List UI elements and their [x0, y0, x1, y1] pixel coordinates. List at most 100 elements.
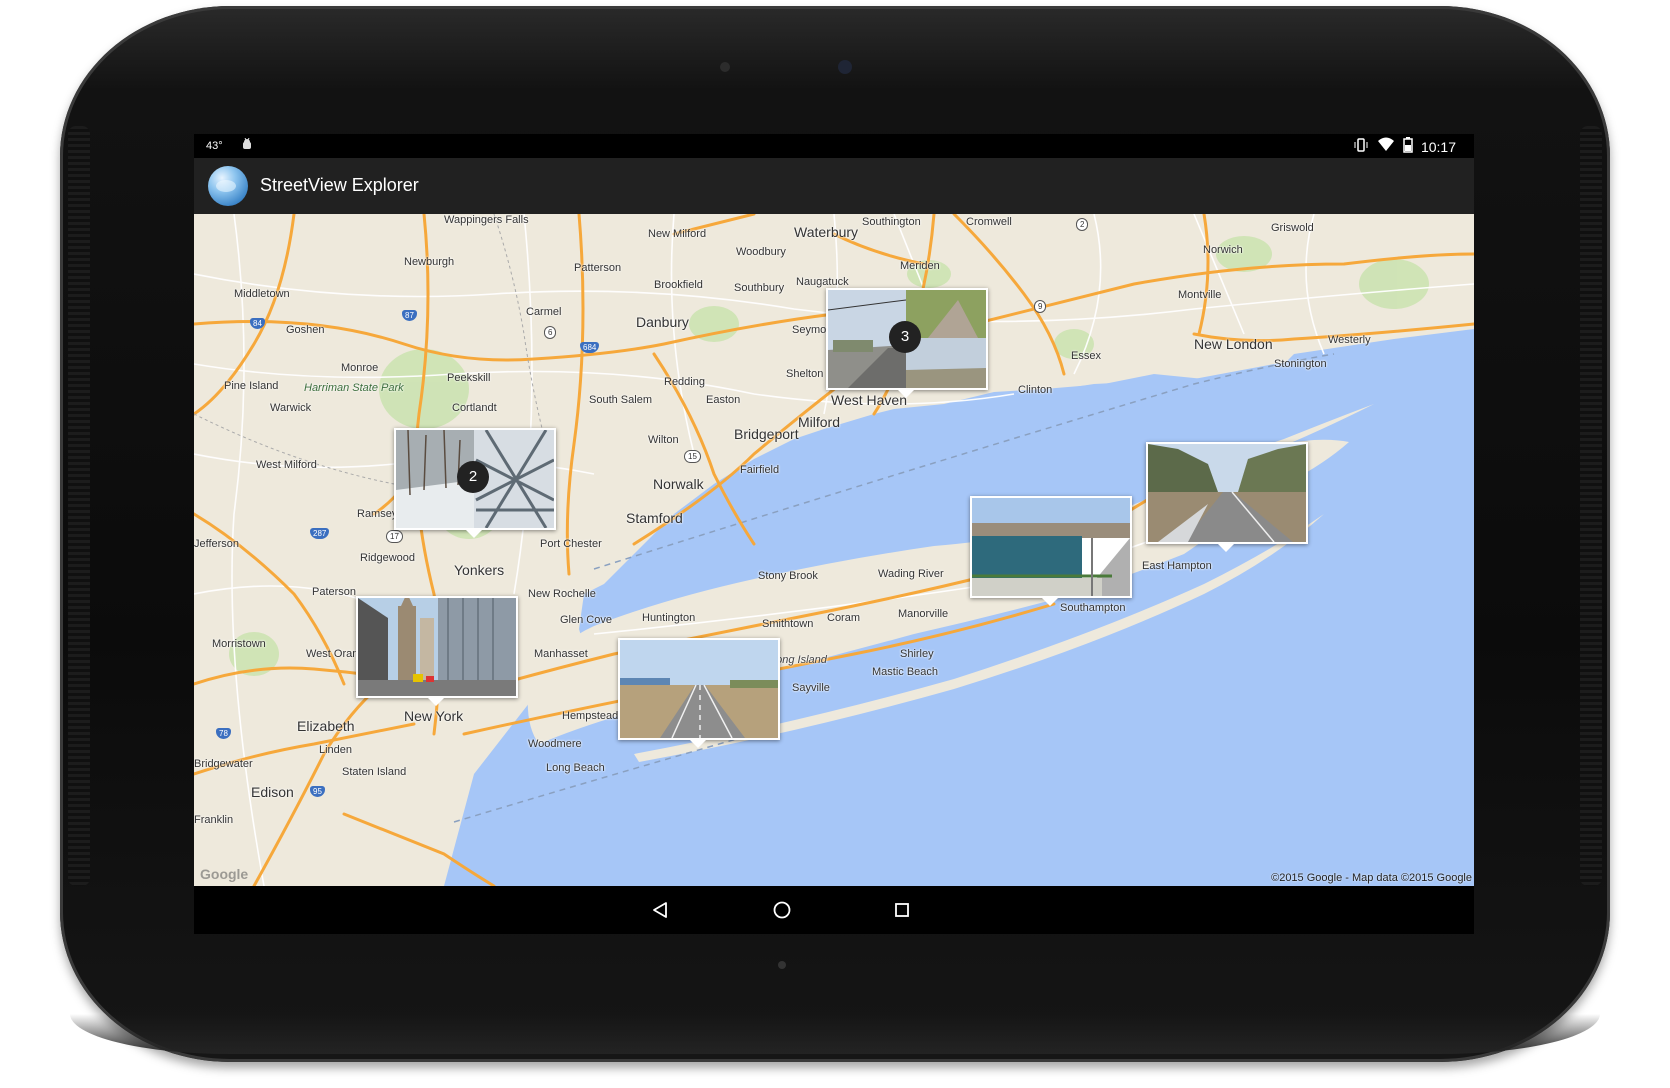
- clock-text: 10:17: [1420, 138, 1456, 155]
- home-icon[interactable]: [768, 896, 796, 924]
- map-label-port-chester: Port Chester: [540, 538, 602, 550]
- map-label-norwich: Norwich: [1203, 244, 1243, 256]
- battery-icon: [1403, 137, 1413, 156]
- map-label-east-hampton: East Hampton: [1142, 560, 1212, 572]
- map-label-huntington: Huntington: [642, 612, 696, 624]
- map-label-pine-island: Pine Island: [224, 380, 279, 392]
- map-label-sayville: Sayville: [792, 682, 830, 694]
- action-bar: StreetView Explorer: [194, 158, 1474, 214]
- map-label-fairfield: Fairfield: [740, 464, 780, 476]
- map-label-new-london: New London: [1194, 336, 1273, 352]
- map-label-manorville: Manorville: [898, 608, 949, 620]
- temperature-text: 43°: [206, 139, 223, 152]
- map-label-southampton: Southampton: [1060, 602, 1126, 614]
- tablet-side-grip-left: [68, 126, 90, 886]
- map-label-middletown: Middletown: [234, 288, 290, 300]
- map-label-southbury: Southbury: [734, 282, 785, 294]
- map-label-norwalk: Norwalk: [653, 476, 704, 492]
- map-label-wading-river: Wading River: [878, 568, 944, 580]
- cluster-count-badge: 2: [457, 461, 489, 493]
- vibrate-icon: [1353, 137, 1369, 156]
- map-label-meriden: Meriden: [900, 260, 940, 272]
- map-label-bridgewater: Bridgewater: [194, 758, 253, 770]
- map-label-woodmere: Woodmere: [528, 738, 582, 750]
- street-view-thumbnail: [1148, 444, 1306, 542]
- map-label-stonington: Stonington: [1274, 358, 1327, 370]
- map-label-stony-brook: Stony Brook: [758, 570, 818, 582]
- street-view-marker-bridge-water[interactable]: [970, 496, 1132, 606]
- map-label-edison: Edison: [251, 784, 294, 800]
- map-label-monroe: Monroe: [341, 362, 379, 374]
- cluster-count-badge: 3: [889, 321, 921, 353]
- street-view-marker-long-island-road[interactable]: [618, 638, 780, 748]
- street-view-marker-cluster-3[interactable]: 3: [826, 288, 988, 398]
- map-label-smithtown: Smithtown: [762, 618, 814, 630]
- map-label-essex: Essex: [1071, 350, 1101, 362]
- map-label-patterson: Patterson: [574, 262, 622, 274]
- map-label-west-milford: West Milford: [256, 459, 317, 471]
- map-label-staten-island: Staten Island: [342, 766, 407, 778]
- map-label-naugatuck: Naugatuck: [796, 276, 849, 288]
- map-label-linden: Linden: [319, 744, 353, 756]
- map-label-mastic-beach: Mastic Beach: [872, 666, 939, 678]
- map-label-woodbury: Woodbury: [736, 246, 786, 258]
- map-label-coram: Coram: [827, 612, 861, 624]
- map-label-glen-cove: Glen Cove: [560, 614, 612, 626]
- globe-icon[interactable]: [208, 166, 248, 206]
- map-label-yonkers: Yonkers: [454, 562, 505, 578]
- recents-icon[interactable]: [888, 896, 916, 924]
- street-view-marker-east-hampton-road[interactable]: [1146, 442, 1308, 552]
- route-shield-17: 17: [386, 530, 403, 543]
- map-label-bridgeport: Bridgeport: [734, 426, 799, 442]
- android-debug-icon: [241, 137, 253, 153]
- map-view[interactable]: Wappingers Falls Newburgh Middletown Gos…: [194, 214, 1474, 886]
- map-label-new-rochelle: New Rochelle: [528, 588, 596, 600]
- light-sensor: [720, 62, 730, 72]
- street-view-marker-manhattan[interactable]: [356, 596, 518, 706]
- map-label-franklin: Franklin: [194, 814, 234, 826]
- map-label-warwick: Warwick: [270, 402, 312, 414]
- map-label-peekskill: Peekskill: [447, 372, 491, 384]
- back-icon[interactable]: [646, 896, 674, 924]
- map-label-easton: Easton: [706, 394, 741, 406]
- map-label-new-york: New York: [404, 708, 464, 724]
- wifi-icon: [1377, 137, 1395, 156]
- map-label-hempstead: Hempstead: [562, 710, 619, 722]
- map-label-cortlandt: Cortlandt: [452, 402, 497, 414]
- map-label-morristown: Morristown: [212, 638, 266, 650]
- map-label-brookfield: Brookfield: [654, 279, 703, 291]
- map-label-paterson: Paterson: [312, 586, 357, 598]
- map-label-stamford: Stamford: [626, 510, 683, 526]
- map-label-harriman-state-park: Harriman State Park: [304, 382, 404, 394]
- map-label-shirley: Shirley: [900, 648, 934, 660]
- navigation-bar: [194, 886, 1474, 934]
- map-label-new-milford: New Milford: [648, 228, 707, 240]
- map-label-southington: Southington: [862, 216, 921, 228]
- map-label-goshen: Goshen: [286, 324, 325, 336]
- route-shield-15: 15: [684, 450, 701, 463]
- front-camera: [838, 60, 852, 74]
- map-label-danbury: Danbury: [636, 314, 689, 330]
- map-label-clinton: Clinton: [1018, 384, 1053, 396]
- map-label-waterbury: Waterbury: [794, 224, 859, 240]
- street-view-thumbnail: [620, 640, 778, 738]
- map-label-shelton: Shelton: [786, 368, 824, 380]
- map-label-redding: Redding: [664, 376, 705, 388]
- map-label-south-salem: South Salem: [589, 394, 652, 406]
- app-title: StreetView Explorer: [260, 175, 419, 195]
- map-label-cromwell: Cromwell: [966, 216, 1012, 228]
- map-label-long-beach: Long Beach: [546, 762, 605, 774]
- street-view-thumbnail: [972, 498, 1130, 596]
- map-label-montville: Montville: [1178, 289, 1222, 301]
- map-label-griswold: Griswold: [1271, 222, 1314, 234]
- map-label-newburgh: Newburgh: [404, 256, 455, 268]
- notification-led: [778, 961, 786, 969]
- map-label-westerly: Westerly: [1328, 334, 1371, 346]
- map-label-carmel: Carmel: [526, 306, 562, 318]
- map-label-west-haven: West Haven: [831, 392, 907, 408]
- map-label-ramsey: Ramsey: [357, 508, 398, 520]
- street-view-marker-cluster-2[interactable]: 2: [394, 428, 556, 538]
- map-label-jefferson: Jefferson: [194, 538, 240, 550]
- map-label-milford: Milford: [798, 414, 841, 430]
- map-label-elizabeth: Elizabeth: [297, 718, 355, 734]
